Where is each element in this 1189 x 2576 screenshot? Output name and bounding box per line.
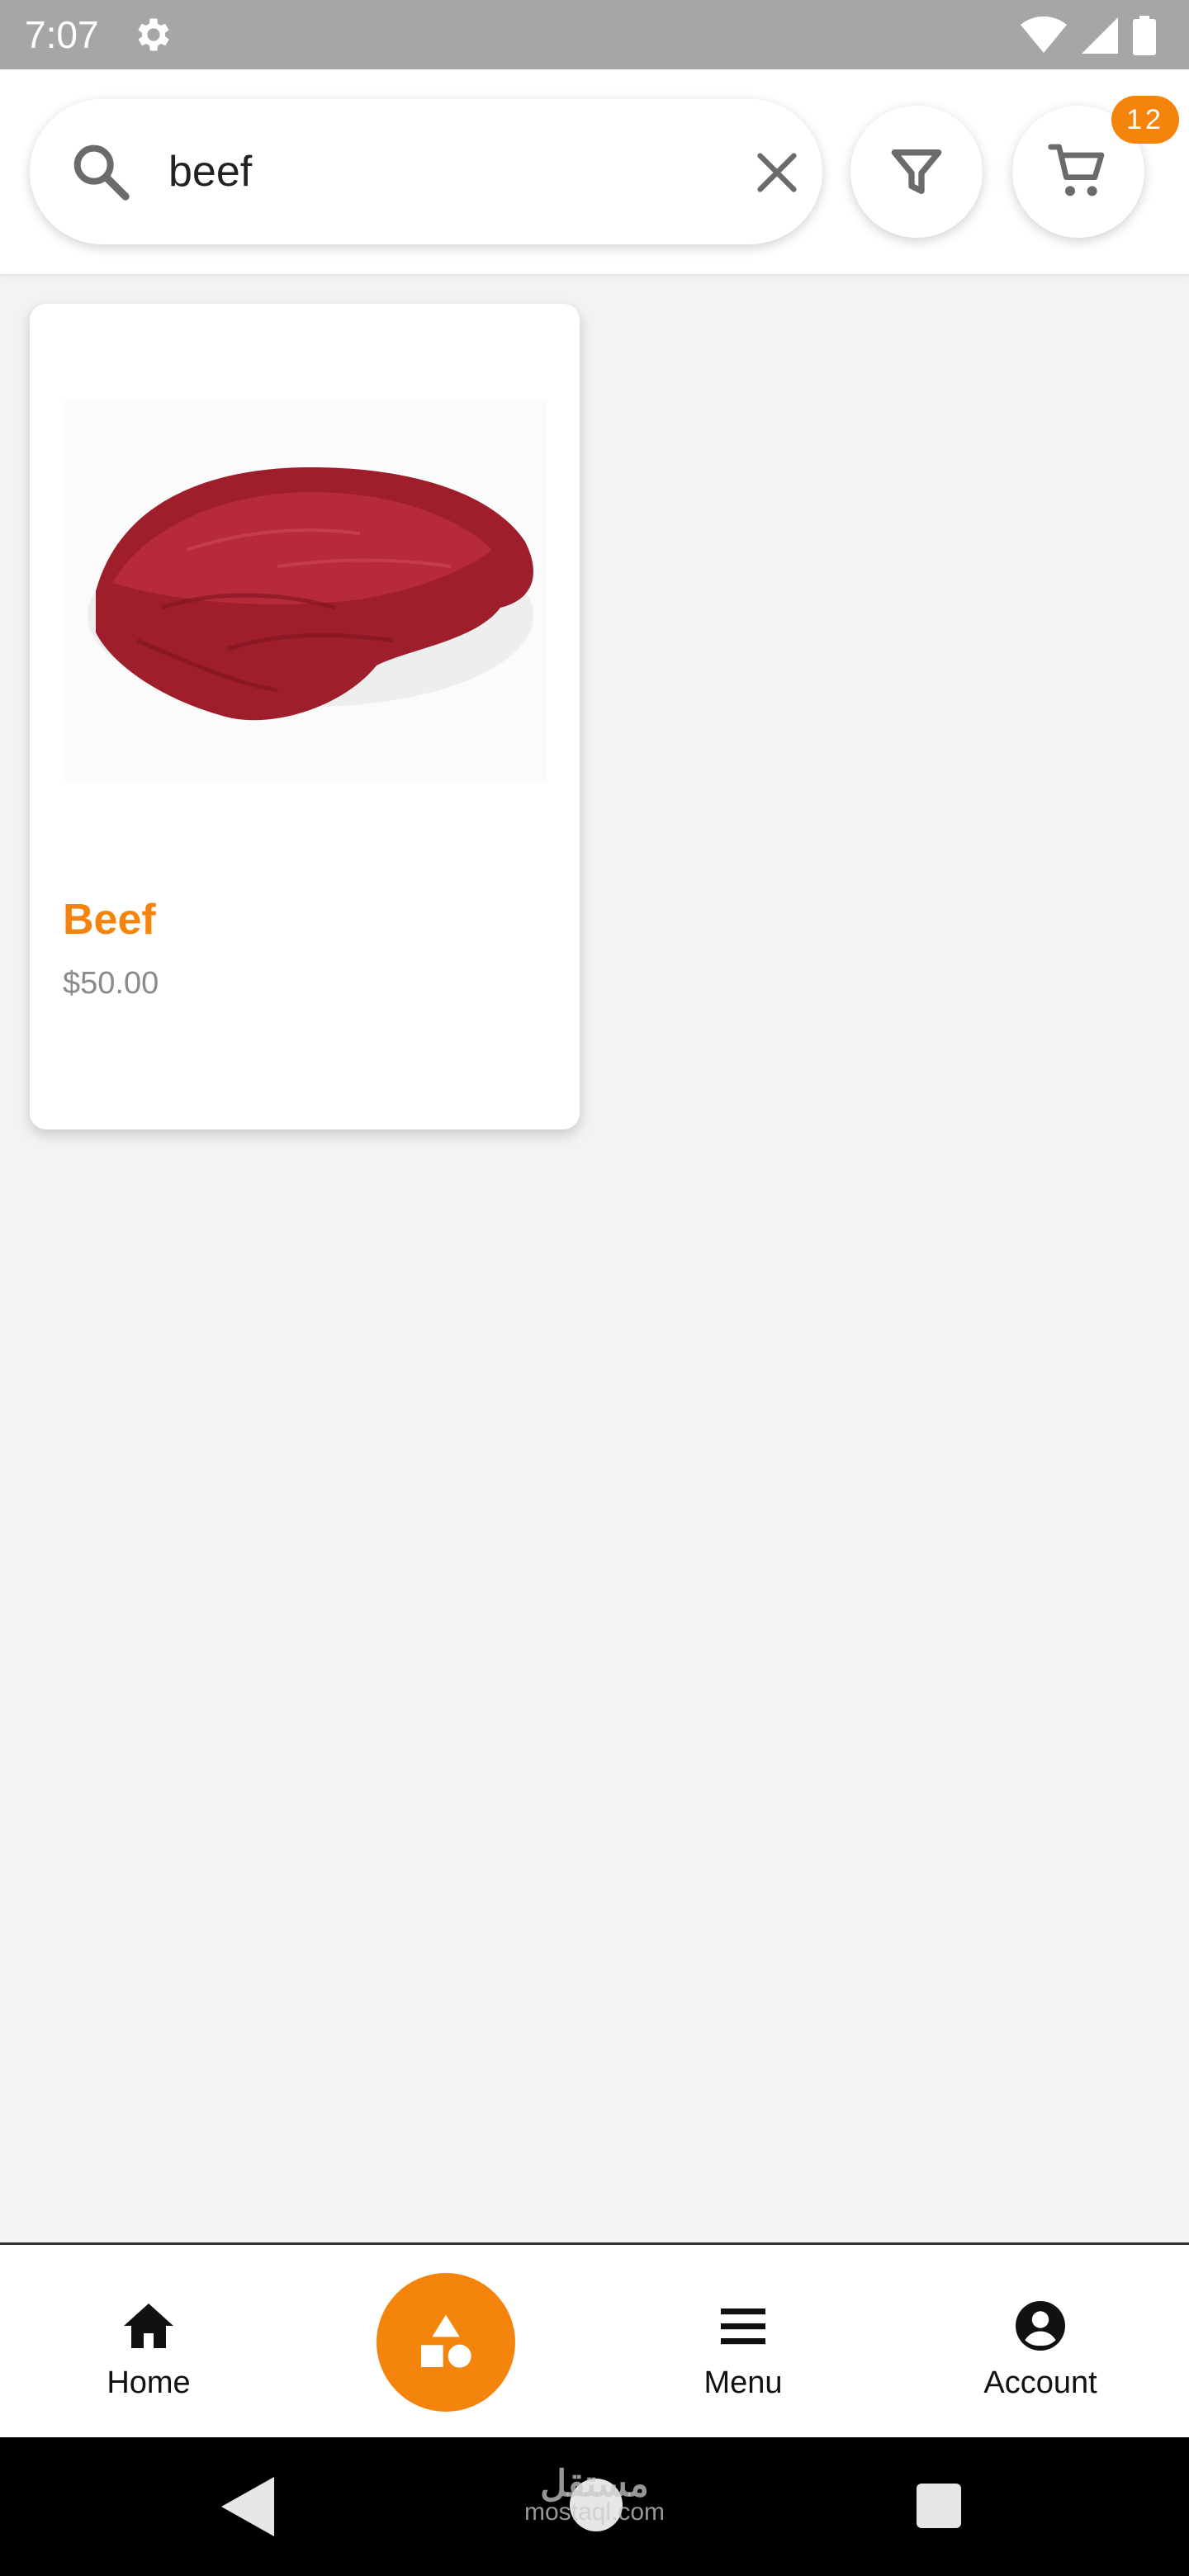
wifi-icon [1021, 17, 1067, 53]
clear-icon[interactable] [748, 144, 806, 201]
search-bar[interactable] [30, 99, 822, 244]
bottom-nav: Home Menu Account [0, 2242, 1189, 2438]
filter-icon [891, 149, 942, 194]
menu-icon [721, 2308, 765, 2345]
nav-menu-label: Menu [703, 2365, 783, 2400]
product-card[interactable]: Beef $50.00 [30, 304, 580, 1129]
nav-account[interactable]: Account [941, 2245, 1139, 2438]
signal-icon [1082, 17, 1118, 54]
categories-button[interactable] [377, 2273, 515, 2412]
product-image [63, 401, 547, 781]
status-time: 7:07 [25, 13, 99, 56]
watermark: مستقل mostaql.com [495, 2464, 694, 2526]
back-icon[interactable] [221, 2477, 274, 2536]
nav-home[interactable]: Home [50, 2245, 248, 2438]
shapes-icon [421, 2314, 471, 2368]
cart-icon [1048, 144, 1105, 197]
nav-menu[interactable]: Menu [644, 2245, 842, 2438]
system-nav-bar: مستقل mostaql.com [0, 2437, 1189, 2576]
account-icon [1016, 2301, 1065, 2351]
cart-count-badge: 12 [1111, 96, 1179, 144]
watermark-arabic: مستقل [540, 2464, 649, 2504]
watermark-latin: mostaql.com [523, 2498, 666, 2526]
battery-icon [1133, 16, 1156, 55]
search-input[interactable] [168, 139, 730, 205]
recents-button[interactable] [917, 2484, 961, 2528]
home-icon [124, 2304, 173, 2348]
nav-account-label: Account [983, 2365, 1097, 2400]
search-icon [73, 144, 130, 201]
status-bar: 7:07 [0, 0, 1189, 69]
nav-home-label: Home [107, 2365, 191, 2400]
gear-icon [138, 18, 169, 51]
status-icons [1021, 15, 1156, 56]
search-header: 12 [0, 69, 1189, 274]
filter-button[interactable] [850, 106, 983, 238]
product-price: $50.00 [63, 966, 159, 1001]
product-name: Beef [63, 896, 156, 944]
